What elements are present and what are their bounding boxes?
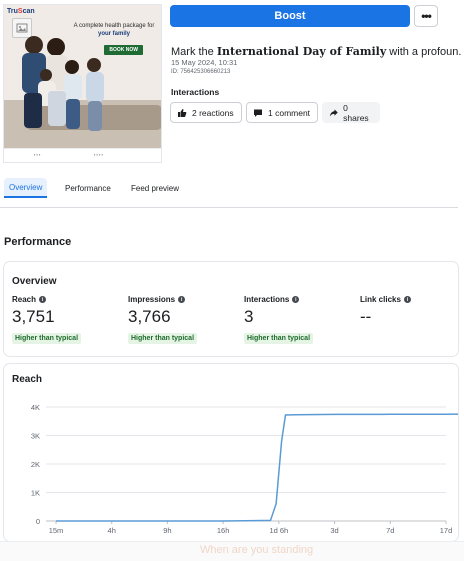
metric-label: Reach: [12, 295, 37, 304]
performance-heading: Performance: [4, 236, 72, 248]
post-thumbnail[interactable]: TruScan A complete health package for yo…: [3, 4, 162, 163]
y-tick-label: 1K: [31, 489, 40, 498]
metric-link-clicks: Link clicks i --: [360, 295, 464, 327]
post-id: ID: 756425306660213: [171, 69, 231, 75]
shares-button[interactable]: 0 shares: [322, 102, 380, 123]
interactions-heading: Interactions: [171, 87, 220, 97]
metric-label: Interactions: [244, 295, 290, 304]
x-tick-label: 9h: [163, 526, 171, 535]
metric-value: 3: [244, 307, 254, 326]
info-icon[interactable]: i: [39, 296, 47, 303]
overview-heading: Overview: [12, 276, 57, 287]
post-title: Mark the International Day of Family wit…: [171, 45, 461, 58]
info-icon[interactable]: i: [403, 296, 411, 303]
reactions-label: 2 reactions: [192, 107, 234, 118]
tab-bar: Overview Performance Feed preview: [0, 178, 464, 200]
boost-button[interactable]: Boost: [170, 5, 410, 27]
comments-button[interactable]: 1 comment: [246, 102, 318, 123]
metric-reach: Reach i 3,751 Higher than typical: [12, 295, 122, 345]
y-tick-label: 0: [36, 517, 40, 526]
y-tick-label: 2K: [31, 460, 40, 469]
x-tick-label: 4h: [108, 526, 116, 535]
metric-value: 3,751: [12, 307, 55, 326]
status-badge: Higher than typical: [12, 333, 82, 344]
more-options-button[interactable]: •••: [414, 5, 438, 27]
info-icon[interactable]: i: [292, 296, 300, 303]
info-icon[interactable]: i: [178, 296, 186, 303]
tabs-divider: [0, 207, 458, 208]
status-badge: Higher than typical: [128, 333, 198, 344]
metric-label: Impressions: [128, 295, 176, 304]
footer-bar: When are you standing: [0, 541, 464, 561]
reach-chart-card: Reach 0 1K 2K 3K 4K 15m 4h 9h 16h 1d 6h 3d 7d 17d: [4, 364, 458, 541]
overview-card: Overview Reach i 3,751 Higher than typica…: [4, 262, 458, 356]
x-tick-label: 16h: [217, 526, 230, 535]
x-tick-label: 15m: [49, 526, 64, 535]
y-tick-label: 3K: [31, 432, 40, 441]
post-date: 15 May 2024, 10:31: [171, 58, 238, 67]
reach-series-line: [56, 413, 458, 522]
reactions-button[interactable]: 2 reactions: [170, 102, 242, 123]
footer-ghost-text: When are you standing: [200, 544, 314, 556]
family-photo: [4, 36, 161, 150]
metric-value: --: [360, 307, 372, 326]
share-icon: [329, 108, 338, 117]
shares-label: 0 shares: [343, 102, 369, 123]
x-tick-label: 3d: [330, 526, 338, 535]
comments-label: 1 comment: [268, 107, 311, 118]
tab-performance[interactable]: Performance: [60, 178, 116, 198]
thumbs-up-icon: [178, 108, 187, 117]
reach-line-chart[interactable]: 0 1K 2K 3K 4K 15m 4h 9h 16h 1d 6h 3d 7d 17d: [4, 364, 458, 541]
metric-interactions: Interactions i 3 Higher than typical: [244, 295, 354, 345]
metric-value: 3,766: [128, 307, 171, 326]
y-tick-label: 4K: [31, 403, 40, 412]
tab-overview[interactable]: Overview: [4, 178, 48, 198]
tab-feed-preview[interactable]: Feed preview: [126, 178, 184, 198]
x-tick-label: 7d: [386, 526, 394, 535]
metric-impressions: Impressions i 3,766 Higher than typical: [128, 295, 238, 345]
metric-label: Link clicks: [360, 295, 401, 304]
x-tick-label: 17d: [440, 526, 453, 535]
thumbnail-footer: ▪ ▪ ▪ ▪ ▪ ▪ ▪: [4, 148, 161, 162]
status-badge: Higher than typical: [244, 333, 314, 344]
brand-logo: TruScan: [7, 8, 35, 15]
comment-icon: [254, 109, 262, 117]
x-tick-label: 1d 6h: [269, 526, 288, 535]
